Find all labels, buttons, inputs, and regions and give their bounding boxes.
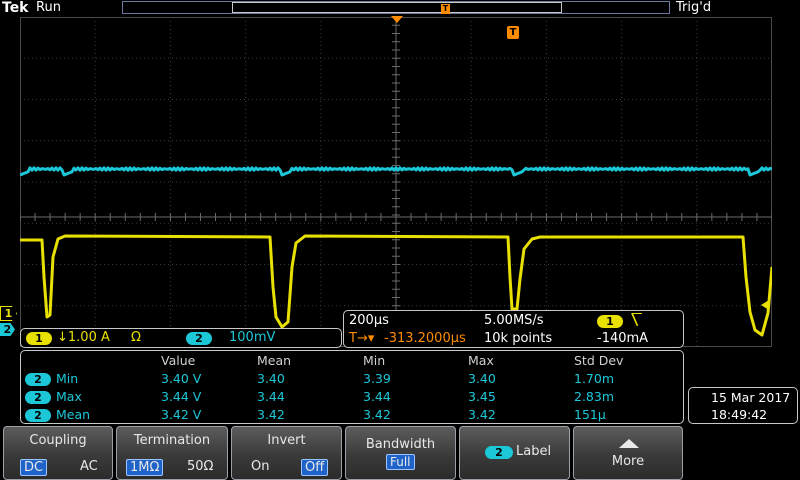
row-name: Max [56,389,82,404]
row-min: 3.39 [363,371,391,386]
trigger-source-badge: 1 [597,315,623,328]
row-std: 1.70m [574,371,615,386]
ch1-scale: ↓1.00 A [57,330,110,345]
trigger-level: -140mA [597,331,649,346]
termination-button[interactable]: Termination 1MΩ 50Ω [116,426,228,480]
ch1-ground-marker[interactable]: 1 [0,306,17,321]
termination-option-50ohm[interactable]: 50Ω [187,459,213,474]
coupling-label: Coupling [29,433,87,448]
row-ch-badge: 2 [25,373,51,386]
trigger-point-badge: T [507,26,519,39]
row-value: 3.44 V [161,389,202,404]
invert-button[interactable]: Invert On Off [231,426,342,480]
waveform-graticule[interactable] [20,17,772,347]
ch2-scale: 100mV [229,330,276,345]
row-mean: 3.42 [257,407,285,422]
row-max: 3.45 [468,389,496,404]
row-ch-badge: 2 [25,391,51,404]
trigger-position-icon[interactable] [391,16,403,23]
brand-logo: Tek [2,0,29,16]
row-name: Mean [56,407,91,422]
row-ch-badge: 2 [25,409,51,422]
measurements-panel[interactable]: Value Mean Min Max Std Dev 2 Min 3.40 V … [20,350,684,424]
invert-label: Invert [267,433,306,448]
datetime-readout[interactable]: 15 Mar 2017 18:49:42 [688,387,798,424]
channel-scale-readout[interactable]: 1 ↓1.00 A Ω 2 100mV [20,328,342,348]
invert-option-off[interactable]: Off [301,459,329,476]
bandwidth-value[interactable]: Full [386,454,415,470]
timebase-trigger-readout[interactable]: 200μs 5.00MS/s 1 ⎲ T→▾ -313.2000μs 10k p… [343,310,684,348]
row-mean: 3.40 [257,371,285,386]
label-text: Label [516,444,552,459]
row-max: 3.42 [468,407,496,422]
header-max: Max [468,353,494,368]
bandwidth-button[interactable]: Bandwidth Full [345,426,456,480]
run-status: Run [36,0,61,15]
more-label: More [611,454,645,469]
trigger-slope-icon: ⎲ [631,312,643,327]
label-ch-badge: 2 [485,446,513,459]
trigger-status: Trig'd [676,0,712,15]
horizontal-scale: 200μs [349,313,389,328]
row-value: 3.40 V [161,371,202,386]
row-min: 3.44 [363,389,391,404]
ch1-badge: 1 [26,332,52,345]
up-arrow-icon [619,439,639,448]
record-trigger-marker: T [441,4,450,14]
coupling-option-dc[interactable]: DC [20,459,48,476]
header-std-dev: Std Dev [574,353,624,368]
sample-rate: 5.00MS/s [484,313,544,328]
more-button[interactable]: More [573,426,683,480]
time: 18:49:42 [711,407,768,422]
coupling-option-ac[interactable]: AC [80,459,98,474]
row-mean: 3.44 [257,389,285,404]
horizontal-position-prefix: T→▾ [349,331,375,346]
row-max: 3.40 [468,371,496,386]
row-std: 2.83m [574,389,615,404]
ch2-badge: 2 [186,332,212,345]
trigger-level-icon[interactable] [761,300,769,310]
coupling-button[interactable]: Coupling DC AC [3,426,113,480]
record-length: 10k points [484,331,553,346]
bandwidth-label: Bandwidth [365,437,436,452]
ch2-ground-marker[interactable]: 2 [0,323,15,336]
ch1-impedance-icon: Ω [131,330,141,345]
label-button[interactable]: 2 Label [459,426,570,480]
header-min: Min [363,353,386,368]
date: 15 Mar 2017 [711,390,791,405]
row-std: 151μ [574,407,606,422]
row-name: Min [56,371,79,386]
termination-label: Termination [133,433,211,448]
invert-option-on[interactable]: On [251,459,269,474]
termination-option-1mohm[interactable]: 1MΩ [126,459,164,476]
record-view-window[interactable] [232,2,562,13]
row-value: 3.42 V [161,407,202,422]
header-value: Value [161,353,196,368]
header-mean: Mean [257,353,292,368]
row-min: 3.42 [363,407,391,422]
horizontal-position: -313.2000μs [384,331,466,346]
